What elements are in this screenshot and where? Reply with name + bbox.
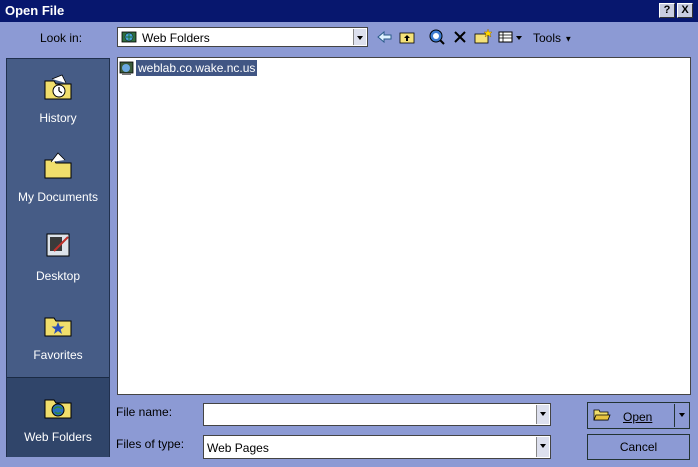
title-bar: Open File ? X [0, 0, 698, 22]
files-of-type-dropdown-arrow[interactable] [536, 437, 549, 457]
desktop-icon [46, 233, 70, 257]
place-label: Favorites [33, 348, 83, 362]
history-icon [44, 74, 72, 100]
web-folder-icon [121, 31, 137, 43]
place-label: My Documents [17, 190, 99, 204]
search-web-icon[interactable] [427, 27, 447, 47]
file-name-label: File name: [116, 405, 173, 419]
open-button[interactable]: Open [587, 402, 690, 429]
tools-menu[interactable]: Tools ▼ [533, 31, 572, 45]
favorites-folder-icon [44, 317, 72, 337]
file-name-dropdown-arrow[interactable] [536, 405, 549, 424]
file-item-name: weblab.co.wake.nc.us [136, 60, 258, 76]
open-button-label: Open [623, 410, 653, 424]
files-of-type-value: Web Pages [207, 441, 269, 455]
tools-chevron-down-icon: ▼ [564, 34, 573, 44]
close-button[interactable]: X [677, 3, 693, 18]
cancel-button[interactable]: Cancel [587, 434, 690, 460]
files-of-type-label: Files of type: [116, 437, 185, 451]
place-my-documents[interactable]: My Documents [7, 138, 109, 217]
look-in-label: Look in: [40, 31, 83, 45]
help-button[interactable]: ? [659, 3, 675, 18]
look-in-value: Web Folders [142, 31, 210, 45]
place-favorites[interactable]: Favorites [7, 296, 109, 375]
place-label: Desktop [35, 269, 81, 283]
views-dropdown-icon[interactable] [515, 27, 523, 47]
place-history[interactable]: History [7, 59, 109, 138]
place-label: History [39, 111, 77, 125]
look-in-dropdown[interactable]: Web Folders [117, 27, 368, 47]
tools-label: Tools [533, 31, 562, 45]
file-list[interactable]: weblab.co.wake.nc.us [117, 57, 691, 395]
open-dropdown-chevron-icon[interactable] [679, 413, 685, 417]
my-documents-folder-icon [44, 152, 72, 179]
back-icon[interactable] [375, 27, 395, 47]
views-icon[interactable] [497, 27, 517, 47]
open-button-separator [674, 404, 675, 427]
place-web-folders[interactable]: Web Folders [7, 377, 109, 457]
places-bar: History My Documents Desktop Favorites W… [6, 58, 110, 457]
web-folders-icon [44, 399, 72, 419]
place-desktop[interactable]: Desktop [7, 217, 109, 296]
open-folder-icon [593, 409, 611, 421]
open-file-dialog: Open File ? X Look in: Web Folders Tools… [0, 0, 698, 467]
new-folder-icon[interactable] [473, 27, 493, 47]
file-name-field[interactable] [203, 403, 551, 426]
web-server-icon [119, 61, 134, 75]
up-one-level-icon[interactable] [397, 27, 417, 47]
place-label: Web Folders [24, 430, 92, 444]
files-of-type-dropdown[interactable]: Web Pages [203, 435, 551, 459]
delete-icon[interactable] [450, 27, 470, 47]
look-in-dropdown-arrow[interactable] [353, 29, 366, 45]
file-name-input[interactable] [206, 406, 530, 422]
window-title: Open File [5, 3, 65, 18]
